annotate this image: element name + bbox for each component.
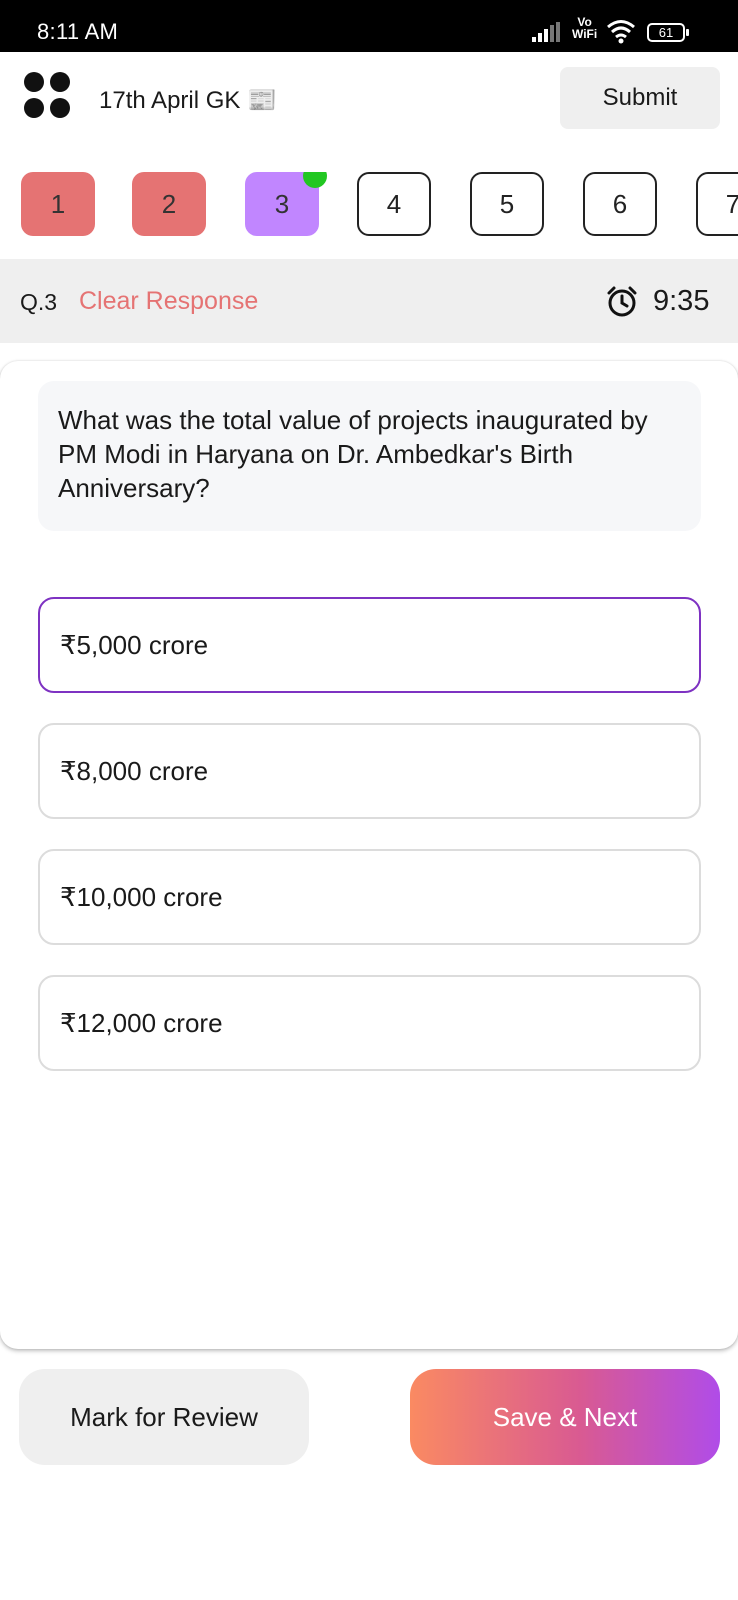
quiz-title: 17th April GK 📰: [99, 87, 277, 114]
question-chip-1[interactable]: 1: [21, 172, 95, 236]
question-chip-4[interactable]: 4: [357, 172, 431, 236]
option-c[interactable]: ₹10,000 crore: [38, 849, 701, 945]
question-card: What was the total value of projects ina…: [0, 361, 738, 1349]
current-indicator-dot: [303, 172, 327, 188]
option-d[interactable]: ₹12,000 crore: [38, 975, 701, 1071]
wifi-icon: [607, 20, 635, 44]
clear-response-button[interactable]: Clear Response: [79, 287, 258, 316]
submit-button[interactable]: Submit: [560, 67, 720, 129]
status-bar: 8:11 AM Vo WiFi 61: [0, 0, 738, 52]
four-dots-menu-icon[interactable]: [24, 72, 74, 122]
option-b[interactable]: ₹8,000 crore: [38, 723, 701, 819]
question-chip-3[interactable]: 3: [245, 172, 327, 236]
vowifi-label: Vo WiFi: [572, 16, 597, 40]
timer-value: 9:35: [653, 285, 710, 317]
question-chip-5[interactable]: 5: [470, 172, 544, 236]
question-chip-6[interactable]: 6: [583, 172, 657, 236]
vowifi-bottom: WiFi: [572, 27, 598, 41]
question-chip-2[interactable]: 2: [132, 172, 206, 236]
alarm-clock-icon: [607, 286, 637, 317]
question-text: What was the total value of projects ina…: [38, 381, 701, 531]
status-time: 8:11 AM: [37, 19, 119, 44]
question-navigator: 1 2 3 4 5 6 7: [0, 172, 738, 238]
mark-for-review-button[interactable]: Mark for Review: [19, 1369, 309, 1465]
app-header: 17th April GK 📰 Submit: [0, 52, 738, 152]
battery-icon: 61: [647, 23, 689, 42]
question-chip-3-label: 3: [274, 189, 290, 219]
option-a[interactable]: ₹5,000 crore: [38, 597, 701, 693]
signal-bars-icon: [532, 22, 560, 42]
question-number: Q.3: [20, 289, 58, 315]
save-and-next-button[interactable]: Save & Next: [410, 1369, 720, 1465]
question-chip-7[interactable]: 7: [696, 172, 738, 236]
question-info-bar: Q.3 Clear Response 9:35: [0, 259, 738, 343]
